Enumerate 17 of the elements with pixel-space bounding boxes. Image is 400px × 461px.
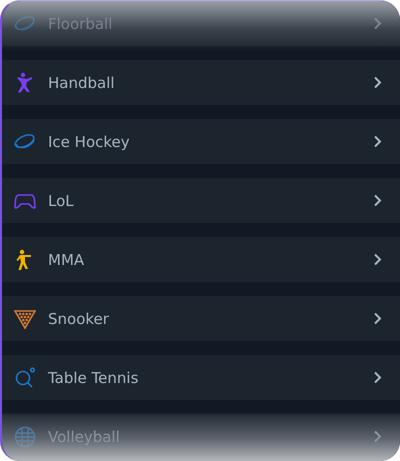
- chevron-right-icon: [373, 253, 382, 266]
- sport-list-item[interactable]: MMA: [2, 237, 400, 282]
- chevron-right-icon: [373, 430, 382, 443]
- sport-list-item[interactable]: Snooker: [2, 296, 400, 341]
- table-tennis-icon: [14, 366, 36, 388]
- chevron-right-icon: [373, 17, 382, 30]
- sport-list-item[interactable]: LoL: [2, 178, 400, 223]
- chevron-right-icon: [373, 76, 382, 89]
- sport-list-item[interactable]: Table Tennis: [2, 355, 400, 400]
- sport-list-item[interactable]: Ice Hockey: [2, 119, 400, 164]
- volleyball-icon: [14, 426, 36, 448]
- chevron-right-icon: [373, 371, 382, 384]
- sport-list-item[interactable]: Handball: [2, 60, 400, 105]
- chevron-right-icon: [373, 194, 382, 207]
- chevron-right-icon: [373, 312, 382, 325]
- snooker-rack-icon: [14, 308, 36, 330]
- chevron-right-icon: [373, 135, 382, 148]
